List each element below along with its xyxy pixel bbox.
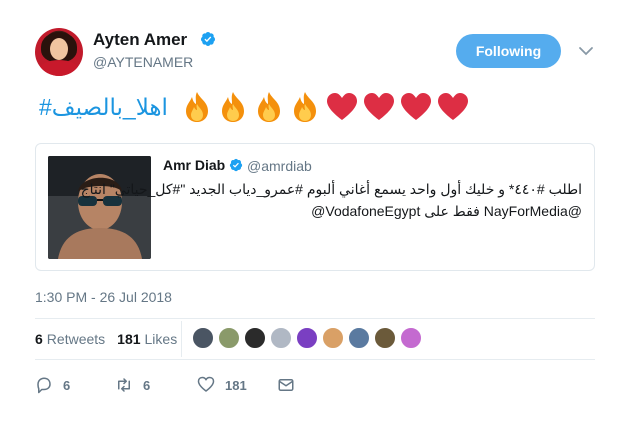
fire-emoji-icon xyxy=(293,92,316,122)
quoted-display-name[interactable]: Amr Diab xyxy=(163,157,225,173)
red-heart-emoji-icon xyxy=(326,93,357,120)
author-handle[interactable]: @AYTENAMER xyxy=(93,54,193,70)
like-action[interactable]: 181 xyxy=(197,376,277,394)
divider xyxy=(35,318,595,319)
stats-separator xyxy=(181,321,182,357)
tweet-stats: 6 Retweets 181 Likes xyxy=(35,331,189,347)
tweet-timestamp[interactable]: 1:30 PM - 26 Jul 2018 xyxy=(35,289,172,305)
reply-count: 6 xyxy=(63,377,71,393)
quoted-text-line-1: اطلب #٤٤٠* و خليك أول واحد يسمع أغاني أل… xyxy=(80,181,582,197)
liker-avatar[interactable] xyxy=(218,327,240,349)
tweet-actions: 6 6 181 xyxy=(35,376,295,394)
author-display-name[interactable]: Ayten Amer xyxy=(93,30,187,50)
quoted-text-line-2: @NayForMedia فقط على VodafoneEgypt@ xyxy=(311,203,582,219)
retweet-count: 6 xyxy=(143,377,151,393)
red-heart-emoji-icon xyxy=(400,93,431,120)
reply-action[interactable]: 6 xyxy=(35,376,115,394)
liker-avatars xyxy=(192,327,426,349)
like-count: 181 xyxy=(225,377,247,393)
emoji-row xyxy=(182,91,474,123)
envelope-icon xyxy=(278,379,294,391)
likes-count: 181 xyxy=(117,331,141,347)
reply-icon xyxy=(37,377,51,394)
retweets-label: Retweets xyxy=(46,331,106,347)
retweet-icon xyxy=(118,378,130,392)
quoted-tweet-card[interactable]: Amr Diab @amrdiab اطلب #٤٤٠* و خليك أول … xyxy=(35,143,595,271)
liker-avatar[interactable] xyxy=(322,327,344,349)
verified-badge-icon xyxy=(229,158,243,172)
avatar-face xyxy=(50,38,68,60)
direct-message-action[interactable] xyxy=(277,376,295,394)
fire-emoji-icon xyxy=(257,92,280,122)
verified-badge-icon xyxy=(200,32,215,46)
retweet-action[interactable]: 6 xyxy=(115,376,197,394)
fire-emoji-icon xyxy=(185,92,208,122)
quoted-handle[interactable]: @amrdiab xyxy=(247,158,312,174)
liker-avatar[interactable] xyxy=(374,327,396,349)
retweets-count: 6 xyxy=(35,331,43,347)
red-heart-emoji-icon xyxy=(363,93,394,120)
tweet-text: #اهلا_بالصيف xyxy=(35,88,474,126)
liker-avatar[interactable] xyxy=(348,327,370,349)
quoted-tweet-image[interactable] xyxy=(48,156,151,259)
tweet-hashtag-link[interactable]: #اهلا_بالصيف xyxy=(39,94,168,121)
portrait-image xyxy=(48,156,151,259)
retweets-stat[interactable]: 6 Retweets xyxy=(35,331,105,347)
liker-avatar[interactable] xyxy=(400,327,422,349)
chevron-down-icon[interactable] xyxy=(578,43,594,59)
fire-emoji-icon xyxy=(221,92,244,122)
red-heart-emoji-icon xyxy=(437,93,468,120)
heart-icon xyxy=(197,376,215,392)
liker-avatar[interactable] xyxy=(192,327,214,349)
avatar-dress xyxy=(39,60,79,76)
following-button[interactable]: Following xyxy=(456,34,561,68)
likes-stat[interactable]: 181 Likes xyxy=(117,331,177,347)
liker-avatar[interactable] xyxy=(296,327,318,349)
author-avatar[interactable] xyxy=(35,28,83,76)
liker-avatar[interactable] xyxy=(270,327,292,349)
likes-label: Likes xyxy=(144,331,178,347)
liker-avatar[interactable] xyxy=(244,327,266,349)
divider xyxy=(35,359,595,360)
